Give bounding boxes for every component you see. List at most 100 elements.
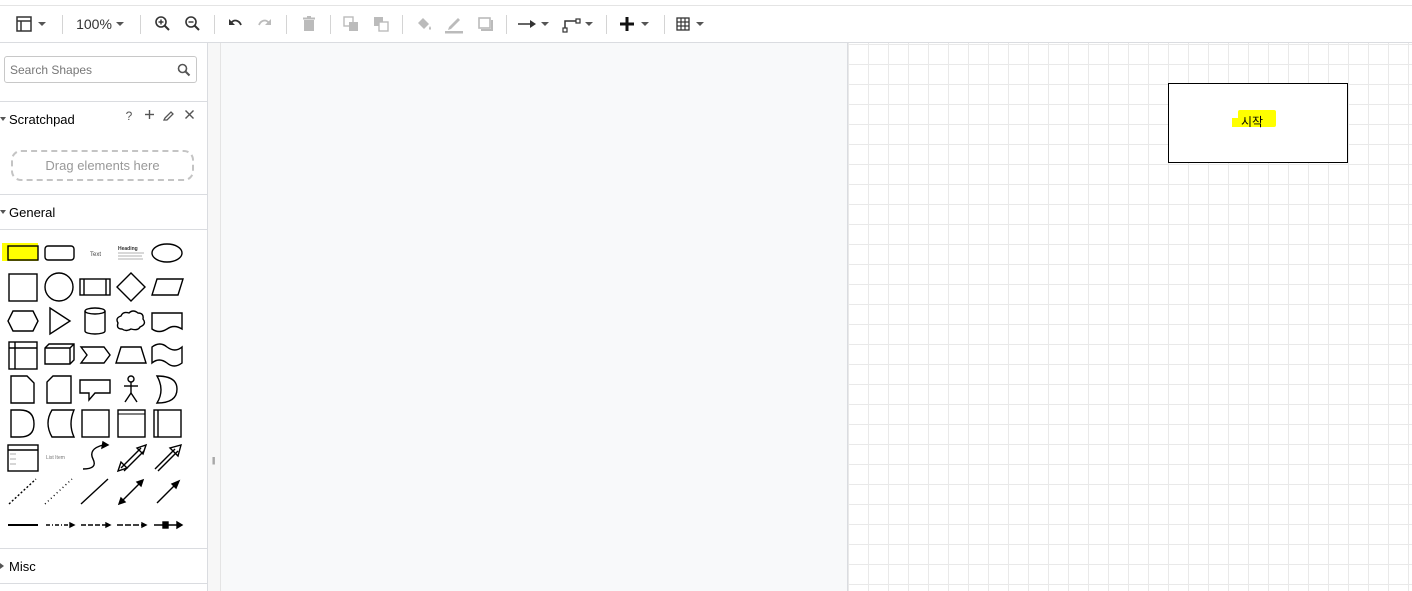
stored-data-shape[interactable]: [47, 409, 76, 438]
connection-style-dropdown[interactable]: [516, 6, 552, 42]
card-shape[interactable]: [46, 375, 72, 404]
parallelogram-shape[interactable]: [151, 278, 184, 296]
line-color-button[interactable]: [443, 6, 465, 42]
connector-2-label-shape[interactable]: [81, 521, 112, 529]
waypoint-icon: [562, 18, 593, 33]
search-input[interactable]: [5, 57, 170, 82]
redo-icon: [258, 19, 271, 26]
rectangle-shape[interactable]: [7, 245, 39, 261]
directional-connector-shape[interactable]: [156, 479, 181, 504]
add-icon[interactable]: [143, 109, 155, 124]
toolbar-separator: [330, 15, 331, 34]
edit-icon[interactable]: [162, 109, 175, 124]
toolbar-separator: [606, 15, 607, 34]
dashed-line-shape[interactable]: [8, 478, 37, 505]
triangle-shape[interactable]: [49, 306, 72, 336]
bring-to-front-icon: [343, 16, 358, 31]
search-box: [4, 56, 197, 83]
caret-down-icon[interactable]: [0, 210, 6, 214]
help-icon[interactable]: ?: [123, 109, 135, 124]
pencil-icon: [445, 18, 463, 34]
close-icon[interactable]: [183, 109, 195, 124]
list-item-shape[interactable]: List Item: [46, 455, 65, 461]
insert-dropdown[interactable]: [616, 6, 654, 42]
textbox-shape[interactable]: Heading: [118, 246, 144, 260]
step-shape[interactable]: [79, 346, 111, 364]
square-shape[interactable]: [8, 273, 38, 302]
diagram-node[interactable]: 시작: [1168, 83, 1348, 163]
sidebar-splitter[interactable]: [208, 43, 221, 591]
divider: [0, 583, 207, 584]
scratchpad-actions: ?: [123, 109, 195, 124]
scratchpad-title[interactable]: Scratchpad: [9, 112, 75, 127]
connector-3-label-shape[interactable]: [117, 521, 148, 529]
to-back-button[interactable]: [370, 6, 392, 42]
zoom-dropdown[interactable]: 100%: [72, 6, 130, 42]
divider: [0, 101, 207, 102]
square-container-shape[interactable]: [81, 409, 110, 438]
list-shape[interactable]: [7, 444, 39, 472]
fill-color-button[interactable]: [413, 6, 435, 42]
bidirectional-connector-shape[interactable]: [117, 478, 145, 506]
splitter-grip-icon[interactable]: ||: [212, 456, 215, 465]
window-container-shape[interactable]: [117, 409, 146, 438]
connector-symbol-shape[interactable]: [154, 520, 184, 530]
trapezoid-shape[interactable]: [115, 346, 147, 364]
toolbar-separator: [286, 15, 287, 34]
table-dropdown[interactable]: [674, 6, 710, 42]
heading-shape-label: Heading: [118, 246, 138, 252]
search-icon[interactable]: [177, 63, 191, 77]
cylinder-shape[interactable]: [84, 307, 106, 335]
to-front-button[interactable]: [340, 6, 362, 42]
undo-icon: [229, 19, 242, 26]
line-shape[interactable]: [80, 478, 109, 505]
arrow-shape[interactable]: [154, 444, 182, 472]
misc-title[interactable]: Misc: [9, 559, 36, 574]
node-label[interactable]: 시작: [1237, 112, 1267, 131]
ellipse-shape[interactable]: [151, 243, 183, 263]
general-title[interactable]: General: [9, 205, 55, 220]
note-shape[interactable]: [10, 375, 35, 404]
divider: [0, 548, 207, 549]
cloud-shape[interactable]: [116, 310, 146, 332]
curve-shape[interactable]: [82, 440, 110, 470]
toolbar: 100%: [0, 6, 1412, 43]
tape-shape[interactable]: [151, 343, 183, 367]
circle-shape[interactable]: [44, 272, 74, 302]
toolbar-separator: [62, 15, 63, 34]
delete-button[interactable]: [298, 6, 320, 42]
waypoints-dropdown[interactable]: [561, 6, 597, 42]
callout-shape[interactable]: [79, 379, 111, 402]
bidirectional-arrow-shape[interactable]: [116, 443, 148, 473]
caret-right-icon[interactable]: [0, 563, 4, 569]
format-panel-button[interactable]: [14, 6, 50, 42]
or-shape[interactable]: [155, 375, 178, 404]
drag-hint: Drag elements here: [45, 158, 160, 173]
toolbar-separator: [506, 15, 507, 34]
document-shape[interactable]: [151, 312, 183, 333]
internal-storage-shape[interactable]: [8, 341, 38, 370]
delay-shape[interactable]: [10, 409, 35, 438]
hexagon-shape[interactable]: [7, 310, 39, 332]
shadow-icon: [478, 17, 493, 31]
divider: [0, 194, 207, 195]
shadow-button[interactable]: [474, 6, 496, 42]
connector-label-shape[interactable]: [46, 521, 76, 529]
diamond-shape[interactable]: [116, 272, 146, 302]
toolbar-separator: [664, 15, 665, 34]
rounded-rectangle-shape[interactable]: [44, 245, 75, 261]
caret-down-icon[interactable]: [0, 117, 6, 121]
process-shape[interactable]: [79, 278, 111, 296]
undo-button[interactable]: [224, 6, 246, 42]
cube-shape[interactable]: [44, 343, 75, 365]
scratchpad-drop-zone[interactable]: Drag elements here: [11, 150, 194, 181]
zoom-out-icon: [185, 16, 200, 31]
zoom-in-button[interactable]: [152, 6, 174, 42]
zoom-out-button[interactable]: [182, 6, 204, 42]
redo-button[interactable]: [254, 6, 276, 42]
actor-shape[interactable]: [124, 375, 138, 403]
text-shape[interactable]: Text: [90, 252, 101, 258]
dotted-line-shape[interactable]: [44, 478, 73, 505]
diagram-canvas[interactable]: 시작: [847, 43, 1412, 591]
vertical-container-shape[interactable]: [153, 409, 182, 438]
